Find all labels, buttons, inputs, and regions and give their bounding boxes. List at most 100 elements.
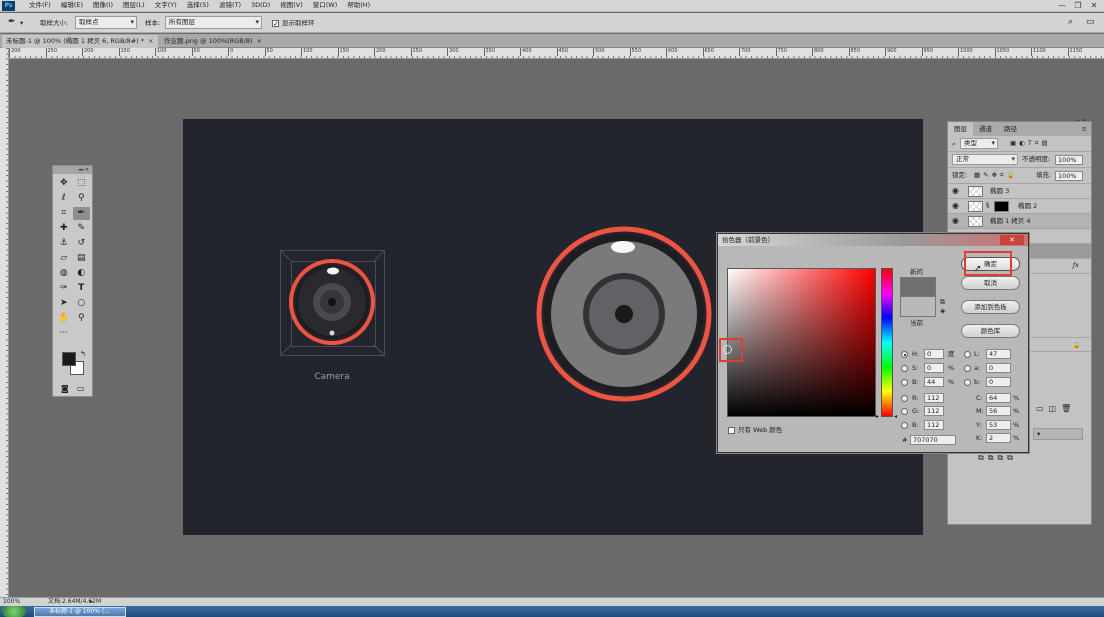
workspace-icon[interactable]: ▭ [1086, 16, 1095, 28]
s-radio[interactable] [901, 365, 908, 372]
dodge-tool-icon[interactable]: ◐ [73, 267, 91, 280]
hue-slider-handle-icon[interactable]: ▸ [876, 413, 879, 420]
secondary-panel-icons[interactable]: ⧉⧉⧉⧉ [978, 453, 1017, 463]
zoom-level[interactable]: 100% [3, 598, 20, 606]
tab-layers[interactable]: 图层 [948, 122, 973, 136]
stamp-tool-icon[interactable]: ⚓ [55, 237, 73, 250]
secondary-panel-select[interactable]: ▾ [1033, 428, 1083, 440]
current-color-swatch[interactable] [900, 297, 936, 317]
r-input[interactable]: 112 [924, 393, 944, 403]
lab-b-input[interactable]: 0 [986, 377, 1011, 387]
eyedropper-tool-icon[interactable]: ✒ [72, 207, 90, 220]
gamut-warning-icon[interactable]: ⧉ [940, 298, 945, 307]
menu-image[interactable]: 图像(I) [88, 0, 118, 12]
hand-tool-icon[interactable]: ✋ [55, 312, 73, 325]
h-radio[interactable] [901, 351, 908, 358]
sample-select[interactable]: 所有图层 [165, 16, 262, 29]
tool-preset-chevron-icon[interactable]: ▾ [20, 17, 23, 29]
healing-tool-icon[interactable]: ✚ [55, 222, 73, 235]
menu-window[interactable]: 窗口(W) [308, 0, 343, 12]
c-input[interactable]: 64 [986, 393, 1011, 403]
show-ring-option[interactable]: 显示取样环 [272, 17, 315, 30]
menu-view[interactable]: 视图(V) [275, 0, 308, 12]
tab-homework-close-icon[interactable]: × [257, 37, 262, 45]
lock-icons[interactable]: ▦✎✥⌗🔒 [974, 168, 1018, 182]
restore-button[interactable]: ❐ [1070, 0, 1086, 12]
a-radio[interactable] [964, 365, 971, 372]
g-input[interactable]: 112 [924, 406, 944, 416]
menu-edit[interactable]: 编辑(E) [56, 0, 88, 12]
filter-icons[interactable]: ▣◐T⌗▤ [1010, 136, 1051, 150]
y-input[interactable]: 53 [986, 420, 1011, 430]
tab-paths[interactable]: 路径 [998, 122, 1023, 136]
g-radio[interactable] [901, 408, 908, 415]
hue-slider[interactable] [881, 268, 893, 417]
tools-panel-header[interactable]: ◂◂ ✕ [53, 166, 92, 174]
search-icon[interactable]: ⌕ [1068, 16, 1073, 28]
tab-channels[interactable]: 通道 [973, 122, 998, 136]
menu-filter[interactable]: 滤镜(T) [214, 0, 246, 12]
lasso-tool-icon[interactable]: ℓ [55, 192, 73, 205]
tab-untitled[interactable]: 未标题-1 @ 100% (椭圆 1 拷贝 6, RGB/8#) * × [2, 35, 158, 48]
eye-icon[interactable]: ◉ [952, 214, 959, 228]
status-menu-icon[interactable]: ▸ [90, 598, 93, 606]
web-only-checkbox[interactable] [728, 426, 735, 434]
menu-help[interactable]: 帮助(H) [342, 0, 375, 12]
zoom-tool-icon[interactable]: ⚲ [73, 312, 91, 325]
blend-mode-select[interactable]: 正常 [952, 154, 1018, 165]
lab-b-radio[interactable] [964, 379, 971, 386]
taskbar-item-photoshop[interactable]: 未标题-1 @ 100% (... [34, 607, 126, 617]
menu-select[interactable]: 选择(S) [182, 0, 214, 12]
menu-3d[interactable]: 3D(D) [246, 0, 275, 12]
pen-tool-icon[interactable]: ✑ [55, 282, 73, 295]
add-to-swatches-button[interactable]: 添加到色板 [961, 300, 1020, 314]
small-camera-icon[interactable] [280, 250, 386, 357]
eyedropper-icon[interactable]: ✒ [8, 16, 16, 28]
more-tools-icon[interactable]: ··· [55, 327, 73, 340]
s-input[interactable]: 0 [924, 363, 944, 373]
web-only-option[interactable]: 只有 Web 颜色 [728, 424, 782, 434]
layer-row[interactable]: ◉ § 椭圆 2 [948, 199, 1091, 214]
menu-file[interactable]: 文件(F) [24, 0, 56, 12]
b-radio[interactable] [901, 379, 908, 386]
swap-colors-icon[interactable]: ↰ [80, 350, 86, 358]
eye-icon[interactable]: ◉ [952, 184, 959, 198]
marquee-tool-icon[interactable]: ⬚ [73, 177, 91, 190]
panel-menu-icon[interactable]: ≡ [1076, 122, 1091, 136]
l-radio[interactable] [964, 351, 971, 358]
magic-wand-tool-icon[interactable]: ⚲ [73, 192, 91, 205]
tab-untitled-close-icon[interactable]: × [148, 37, 153, 45]
minimize-button[interactable]: — [1054, 0, 1070, 12]
blue-input[interactable]: 112 [924, 420, 944, 430]
document-info[interactable]: 文档:2.64M/4.62M [48, 598, 101, 606]
eye-icon[interactable]: ◉ [952, 199, 959, 213]
ellipse-tool-icon[interactable]: ○ [73, 297, 91, 310]
kind-filter-select[interactable]: 类型 [960, 138, 998, 149]
brush-tool-icon[interactable]: ✎ [73, 222, 91, 235]
menu-type[interactable]: 文字(Y) [150, 0, 182, 12]
r-radio[interactable] [901, 395, 908, 402]
close-button[interactable]: ✕ [1086, 0, 1102, 12]
move-tool-icon[interactable]: ✥ [55, 177, 73, 190]
opacity-input[interactable]: 100% [1055, 155, 1083, 165]
sample-size-select[interactable]: 取样点 [75, 16, 137, 29]
layer-row[interactable]: ◉ 椭圆 3 [948, 184, 1091, 199]
crop-tool-icon[interactable]: ⌗ [55, 207, 73, 220]
eraser-tool-icon[interactable]: ▱ [55, 252, 73, 265]
quick-mask-icon[interactable]: ◙ [61, 384, 69, 393]
menu-layer[interactable]: 图层(L) [118, 0, 150, 12]
k-input[interactable]: 2 [986, 433, 1011, 443]
type-tool-icon[interactable]: T [73, 282, 91, 295]
show-ring-checkbox[interactable] [272, 18, 279, 30]
blue-radio[interactable] [901, 422, 908, 429]
m-input[interactable]: 56 [986, 406, 1011, 416]
blur-tool-icon[interactable]: ◍ [55, 267, 73, 280]
foreground-color-swatch[interactable] [62, 352, 76, 366]
b-input[interactable]: 44 [924, 377, 944, 387]
web-safe-icon[interactable]: ◈ [940, 307, 945, 315]
fill-input[interactable]: 100% [1055, 171, 1083, 181]
cancel-button[interactable]: 取消 [961, 276, 1020, 290]
dialog-close-icon[interactable]: ✕ [1000, 235, 1024, 245]
color-libraries-button[interactable]: 颜色库 [961, 324, 1020, 338]
a-input[interactable]: 0 [986, 363, 1011, 373]
